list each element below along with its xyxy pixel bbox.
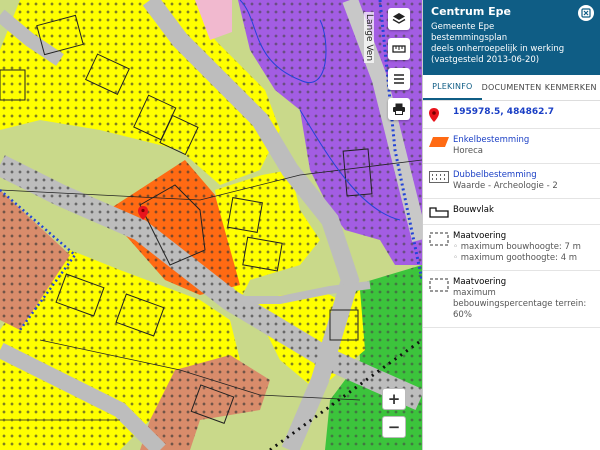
maatvoering-title-1: Maatvoering bbox=[453, 231, 507, 241]
plan-title: Centrum Epe bbox=[431, 5, 512, 18]
archeologie-swatch-icon bbox=[429, 171, 449, 183]
horeca-swatch-icon bbox=[429, 137, 449, 147]
info-panel: Centrum Epe Gemeente Epe bestemmingsplan… bbox=[422, 0, 600, 450]
zoning-map[interactable] bbox=[0, 0, 422, 450]
map-view[interactable]: Lange Ven + − bbox=[0, 0, 422, 450]
panel-tabs: PLEKINFO DOCUMENTEN KENMERKEN bbox=[423, 75, 600, 101]
measure-button[interactable] bbox=[388, 38, 410, 60]
ruler-icon bbox=[392, 45, 406, 53]
print-button[interactable] bbox=[388, 98, 410, 120]
zoom-out-button[interactable]: − bbox=[382, 416, 406, 438]
plan-type: bestemmingsplan bbox=[431, 33, 508, 43]
bouwvlak-row: Bouwvlak bbox=[423, 199, 600, 225]
maatvoering-item: maximum bouwhoogte: 7 m bbox=[453, 242, 594, 253]
maatvoering-title-2: Maatvoering bbox=[453, 277, 507, 287]
close-icon bbox=[581, 8, 591, 18]
coordinates: 195978.5, 484862.7 bbox=[453, 107, 555, 117]
dubbelbestemming-row: Dubbelbestemming Waarde - Archeologie - … bbox=[423, 164, 600, 199]
tab-documenten[interactable]: DOCUMENTEN bbox=[482, 75, 542, 100]
plan-status: deels onherroepelijk in werking (vastges… bbox=[431, 44, 565, 65]
bouwvlak-label: Bouwvlak bbox=[453, 205, 494, 215]
maatvoering-icon bbox=[429, 232, 449, 246]
dubbelbestemming-link[interactable]: Dubbelbestemming bbox=[453, 170, 594, 181]
enkelbestemming-row: Enkelbestemming Horeca bbox=[423, 129, 600, 164]
zoom-controls: + − bbox=[382, 388, 406, 438]
maatvoering-row-1: Maatvoering maximum bouwhoogte: 7 m maxi… bbox=[423, 225, 600, 271]
layers-button[interactable] bbox=[388, 8, 410, 30]
municipality: Gemeente Epe bbox=[431, 22, 495, 32]
maatvoering-row-2: Maatvoering maximum bebouwingspercentage… bbox=[423, 271, 600, 328]
list-icon bbox=[394, 74, 404, 84]
coordinates-row: 195978.5, 484862.7 bbox=[423, 101, 600, 129]
tab-kenmerken[interactable]: KENMERKEN bbox=[541, 75, 600, 100]
map-controls bbox=[386, 8, 412, 120]
legend-button[interactable] bbox=[388, 68, 410, 90]
map-pin-icon bbox=[429, 108, 439, 122]
maatvoering-item: maximum bebouwingspercentage terrein: 60… bbox=[453, 288, 587, 320]
zoom-in-button[interactable]: + bbox=[382, 388, 406, 410]
tab-plekinfo[interactable]: PLEKINFO bbox=[423, 75, 482, 100]
dubbelbestemming-value: Waarde - Archeologie - 2 bbox=[453, 181, 558, 191]
close-button[interactable] bbox=[578, 5, 594, 21]
enkelbestemming-value: Horeca bbox=[453, 146, 484, 156]
maatvoering-icon bbox=[429, 278, 449, 292]
bouwvlak-icon bbox=[429, 207, 449, 218]
panel-header: Centrum Epe Gemeente Epe bestemmingsplan… bbox=[423, 0, 600, 75]
layers-icon bbox=[392, 13, 406, 24]
maatvoering-item: maximum goothoogte: 4 m bbox=[453, 253, 594, 264]
street-label: Lange Ven bbox=[364, 12, 374, 64]
print-icon bbox=[393, 103, 405, 115]
enkelbestemming-link[interactable]: Enkelbestemming bbox=[453, 135, 594, 146]
